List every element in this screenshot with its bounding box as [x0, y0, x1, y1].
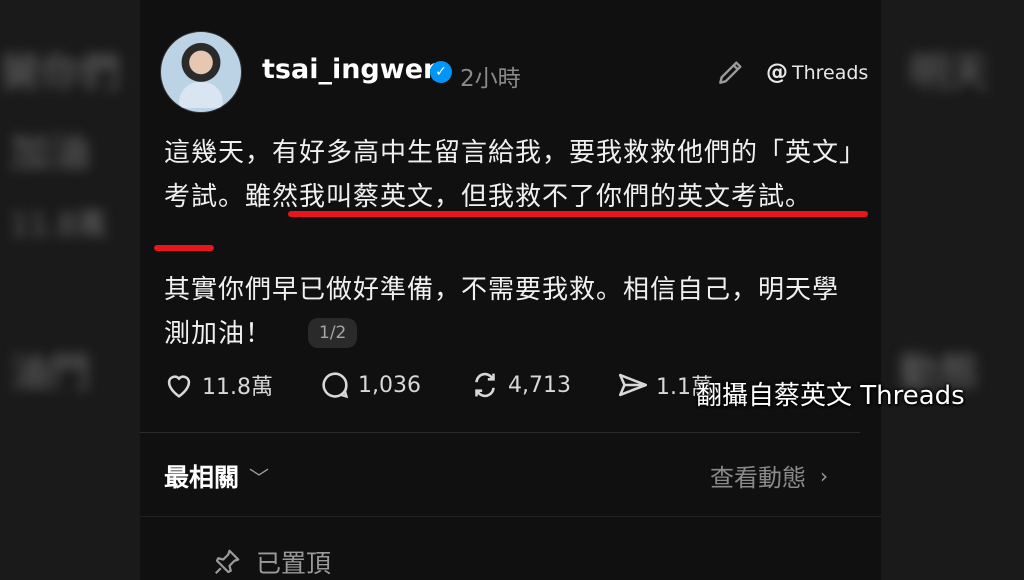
pinned-indicator: 已置頂	[212, 544, 331, 580]
send-icon	[618, 373, 648, 397]
heart-icon	[167, 375, 191, 398]
repost-count: 4,713	[508, 372, 571, 398]
threads-link[interactable]: @ Threads	[766, 60, 868, 85]
like-button[interactable]: 11.8萬	[162, 368, 273, 402]
view-activity-label: 查看動態	[710, 464, 806, 492]
red-underline-highlight	[154, 245, 214, 251]
like-count: 11.8萬	[202, 375, 273, 400]
blur-text: 舅你們	[0, 50, 120, 96]
view-activity-link[interactable]: 查看動態 ›	[710, 458, 828, 493]
sort-label: 最相關	[164, 463, 240, 492]
post-paragraph-1: 這幾天，有好多高中生留言給我，要我救救他們的「英文」考試。雖然我叫蔡英文，但我救…	[164, 138, 854, 212]
pencil-icon[interactable]	[715, 56, 747, 88]
blur-text: 加油	[10, 130, 90, 176]
pinned-label: 已置頂	[256, 549, 332, 578]
blur-text: 油門	[10, 350, 90, 396]
image-pager-badge[interactable]: 1/2	[308, 318, 358, 348]
blur-text: 明天	[909, 50, 989, 96]
post-timestamp: 2小時	[460, 66, 521, 92]
verified-badge-icon: ✓	[430, 61, 452, 83]
threads-link-label: Threads	[792, 61, 869, 84]
blurred-background-left: 舅你們 加油 11.8萬 油門	[0, 0, 140, 580]
post-paragraph-2: 其實你們早已做好準備，不需要我救。相信自己，明天學測加油！	[164, 275, 840, 349]
avatar[interactable]	[160, 31, 242, 113]
avatar-figure	[179, 82, 223, 108]
repost-icon	[475, 372, 495, 398]
pin-icon	[214, 549, 240, 575]
chevron-right-icon: ›	[820, 463, 828, 488]
chevron-down-icon: ﹀	[249, 465, 270, 490]
blur-text: 11.8萬	[10, 208, 107, 243]
threads-post-panel: tsai_ingwen ✓ 2小時 @ Threads 這幾天，有好多高中生留言…	[140, 0, 881, 580]
red-underline-highlight	[288, 211, 868, 217]
reply-count: 1,036	[358, 372, 421, 398]
sort-dropdown[interactable]: 最相關 ﹀	[164, 458, 269, 494]
blurred-background-right: 明天 動態	[879, 0, 1024, 580]
username[interactable]: tsai_ingwen	[262, 54, 442, 85]
comment-icon	[322, 372, 349, 399]
divider	[140, 432, 860, 433]
divider	[140, 516, 881, 517]
threads-logo-icon: @	[766, 60, 788, 85]
repost-button[interactable]: 4,713	[468, 368, 571, 402]
reply-button[interactable]: 1,036	[318, 368, 421, 402]
image-source-caption: 翻攝自蔡英文 Threads	[696, 381, 965, 411]
